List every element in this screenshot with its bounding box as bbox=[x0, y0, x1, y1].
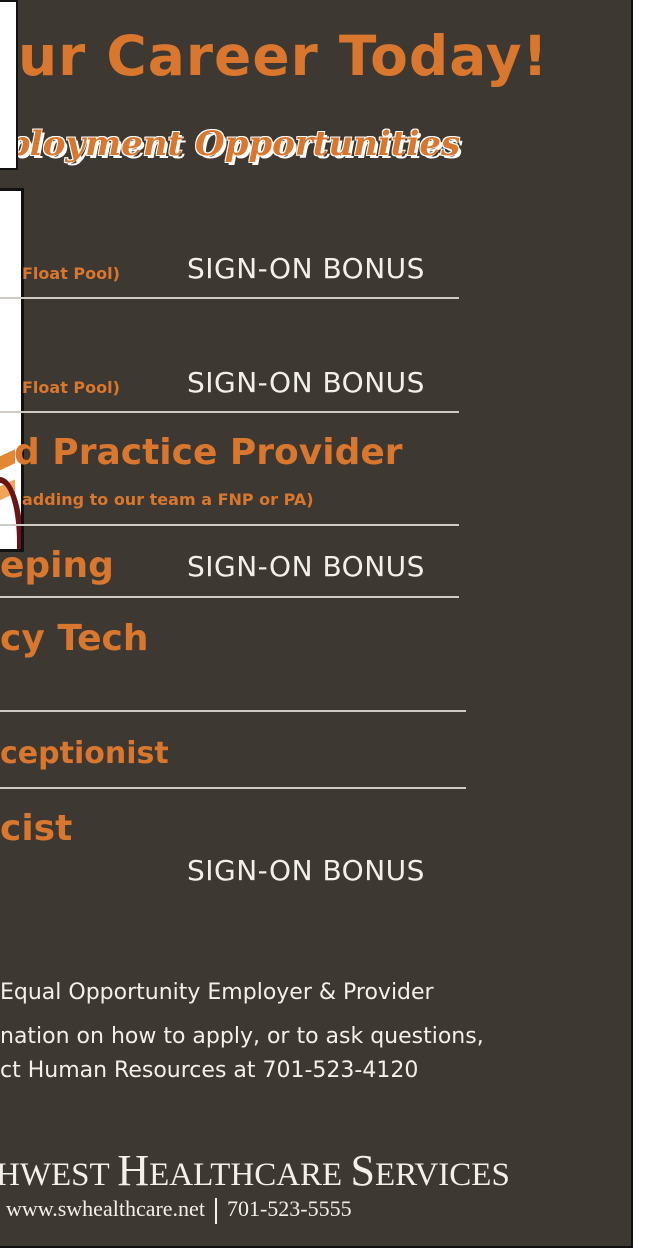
stethoscope-ring-image bbox=[0, 477, 21, 549]
brand-part-1: HWEST bbox=[0, 1157, 118, 1193]
eeo-statement: Equal Opportunity Employer & Provider bbox=[0, 980, 434, 1005]
job-4-title: eping bbox=[0, 545, 114, 586]
job-3-title: d Practice Provider bbox=[14, 432, 403, 473]
stethoscope-tube-image bbox=[0, 449, 15, 471]
photo-frame-top bbox=[0, 0, 18, 170]
contact-line: www.swhealthcare.net 701-523-5555 bbox=[6, 1196, 352, 1224]
divider bbox=[0, 524, 459, 526]
job-1-detail: Float Pool) bbox=[22, 264, 120, 283]
job-2-bonus: SIGN-ON BONUS bbox=[187, 366, 425, 399]
divider bbox=[0, 411, 459, 413]
job-4-bonus: SIGN-ON BONUS bbox=[187, 550, 425, 583]
phone-text: 701-523-5555 bbox=[226, 1196, 352, 1221]
brand-part-2: EALTHCARE bbox=[149, 1157, 351, 1193]
job-1-bonus: SIGN-ON BONUS bbox=[187, 252, 425, 285]
divider bbox=[0, 297, 459, 299]
job-2-detail: Float Pool) bbox=[22, 378, 120, 397]
divider bbox=[0, 596, 459, 598]
organization-name: HWEST HEALTHCARE SERVICES bbox=[0, 1145, 510, 1196]
website-text: www.swhealthcare.net bbox=[6, 1196, 205, 1221]
brand-part-3: ERVICES bbox=[374, 1157, 510, 1193]
separator bbox=[214, 1197, 217, 1224]
divider bbox=[0, 787, 466, 789]
subheading: ployment Opportunities bbox=[6, 124, 461, 164]
headline: ur Career Today! bbox=[18, 24, 549, 88]
job-7-bonus: SIGN-ON BONUS bbox=[187, 854, 425, 887]
photo-frame-stethoscope bbox=[0, 188, 24, 552]
apply-info-line-1: nation on how to apply, or to ask questi… bbox=[0, 1024, 484, 1049]
job-5-title: cy Tech bbox=[0, 618, 149, 659]
divider bbox=[0, 710, 466, 712]
job-7-title: cist bbox=[0, 808, 73, 849]
apply-info-line-2: ct Human Resources at 701-523-4120 bbox=[0, 1058, 419, 1083]
job-6-title: ceptionist bbox=[0, 736, 169, 771]
brand-initial-s: S bbox=[350, 1146, 375, 1195]
brand-initial-h: H bbox=[117, 1146, 150, 1195]
job-poster: ur Career Today! ployment Opportunities … bbox=[0, 0, 633, 1248]
job-3-detail: adding to our team a FNP or PA) bbox=[22, 490, 314, 509]
